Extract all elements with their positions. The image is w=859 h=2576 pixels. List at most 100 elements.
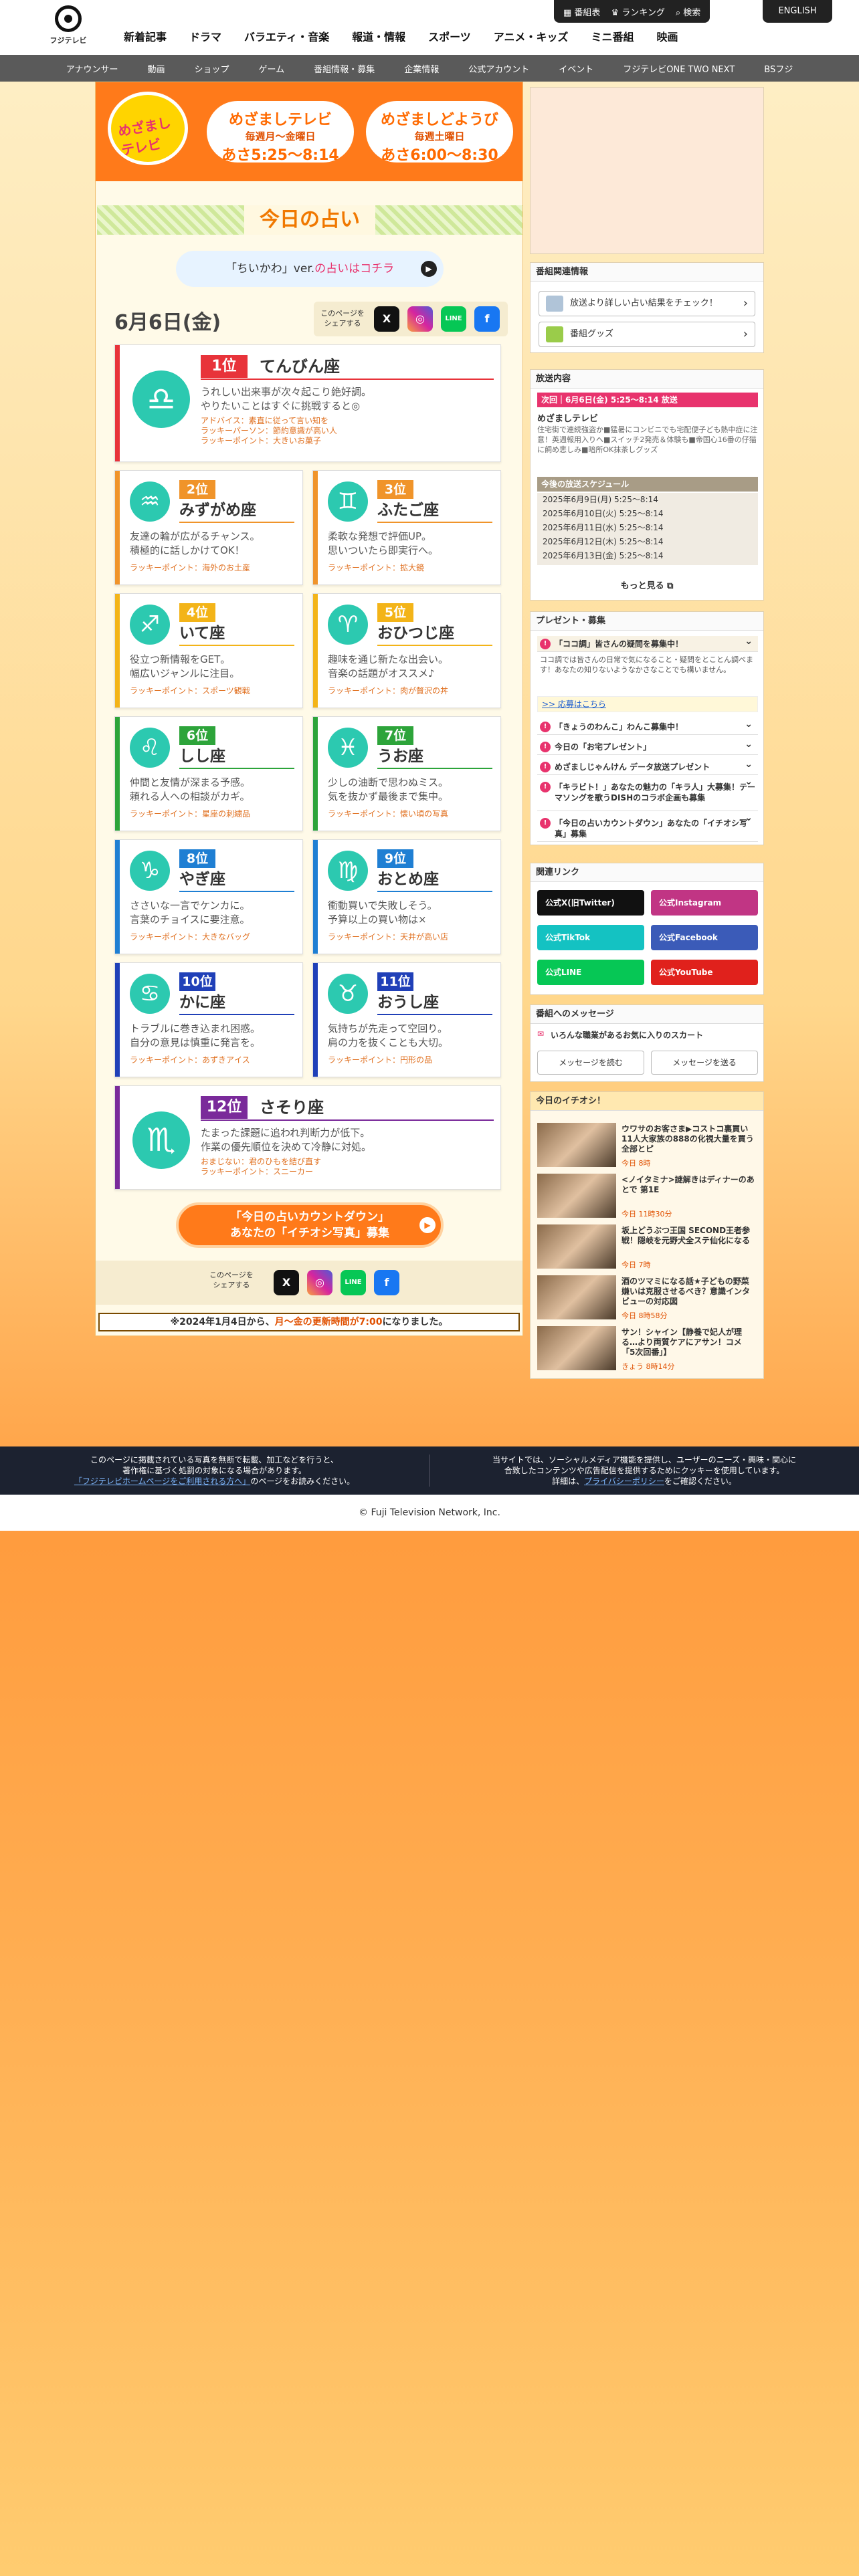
pickup-item[interactable]: <ノイタミナ>謎解きはディナーのあとで 第1E 今日 11時30分	[537, 1174, 758, 1220]
schedule-link[interactable]: ▦ 番組表	[563, 5, 600, 18]
pickup-item[interactable]: 坂上どうぶつ王国 SECOND王者参戦！隠岐を元野犬全ステ仙化になる 今日 7時	[537, 1224, 758, 1271]
nav-anime[interactable]: アニメ・キッズ	[482, 28, 580, 44]
subnav-item[interactable]: イベント	[544, 62, 608, 75]
nav-mini[interactable]: ミニ番組	[579, 28, 645, 44]
pickup-item[interactable]: 酒のツマミになる話★子どもの野菜嫌いは克服させるべき？意識インタビューの対応図今…	[537, 1275, 758, 1322]
nav-movie[interactable]: 映画	[645, 28, 689, 44]
x-official-link[interactable]: 公式X(旧Twitter)	[537, 890, 644, 916]
links-title: 関連リンク	[531, 863, 763, 882]
subnav-item[interactable]: フジテレビONE TWO NEXT	[608, 62, 749, 75]
goods-link[interactable]: 番組グッズ	[539, 322, 755, 347]
schedule-title: 今後の放送スケジュール	[537, 477, 758, 492]
share-box-bottom: このページを シェアする X ◎ LINE f	[96, 1261, 522, 1305]
zodiac-icon: ♏	[132, 1111, 190, 1169]
sign-name: かに座	[179, 994, 225, 1011]
mezamashi-logo: めざましテレビ	[108, 92, 188, 165]
schedule-item: 2025年6月11日(水) 5:25～8:14	[543, 523, 664, 532]
accordion-item[interactable]: 今日の「お宅プレゼント」	[537, 736, 758, 755]
subnav-item[interactable]: ショップ	[180, 62, 244, 75]
subnav-item[interactable]: BSフジ	[749, 62, 807, 75]
nav-drama[interactable]: ドラマ	[178, 28, 233, 44]
rank-color-bar	[115, 963, 120, 1077]
divider-line	[179, 891, 294, 892]
privacy-link[interactable]: プライバシーポリシー	[584, 1477, 664, 1486]
accordion-item[interactable]: 「きょうのわんこ」わんこ募集中！	[537, 716, 758, 735]
message-item[interactable]: ✉ いろんな職業があるお気に入りのスカート	[537, 1029, 758, 1041]
eye-logo-icon	[55, 5, 82, 32]
fortune-card-rank-7: ♓ 7位 うお座 少しの油断で思わぬミス。 気を抜かず最後まで集中。 ラッキーポイント：懐…	[312, 716, 501, 831]
rank-badge: 12位	[201, 1096, 248, 1119]
terms-link[interactable]: 「フジテレビホームページをご利用される方へ」	[74, 1477, 250, 1486]
sign-name: ふたご座	[377, 502, 439, 519]
zodiac-icon: ♉	[328, 974, 368, 1014]
youtube-official-link[interactable]: 公式YouTube	[651, 960, 758, 985]
search-link[interactable]: ⌕ 検索	[676, 5, 700, 18]
ranking-link[interactable]: ♛ ランキング	[611, 5, 664, 18]
pickup-item[interactable]: サン！シャイン【静養で妃人が理る…より両質ケアにアサン！コメ「5次回番」】 きょう…	[537, 1326, 758, 1373]
present-panel: プレゼント・募集 「ココ調」皆さんの疑問を募集中！ ココ調では皆さんの日常で気に…	[530, 611, 764, 845]
instagram-share-icon[interactable]: ◎	[407, 306, 433, 332]
more-link[interactable]: もっと見る ⧉	[531, 578, 763, 591]
chiikawa-banner[interactable]: 「ちいかわ」ver.の占いはコチラ ▶	[176, 251, 444, 287]
subnav-item[interactable]: アナウンサー	[52, 62, 133, 75]
lucky-point: ラッキーポイント：天井が高い店	[328, 932, 449, 942]
subnav-item[interactable]: 番組情報・募集	[299, 62, 389, 75]
detail-result-link[interactable]: 放送より詳しい占い結果をチェック！	[539, 291, 755, 316]
facebook-share-icon[interactable]: f	[474, 306, 500, 332]
line-official-link[interactable]: 公式LINE	[537, 960, 644, 985]
accordion-item[interactable]: 「今日の占いカウントダウン」あなたの「イチオシ写真」募集	[537, 813, 758, 842]
send-message-button[interactable]: メッセージを送る	[651, 1051, 758, 1075]
sign-name: やぎ座	[179, 871, 225, 888]
rank-badge: 9位	[377, 849, 413, 868]
subnav-item[interactable]: 公式アカウント	[454, 62, 544, 75]
divider-line	[377, 891, 492, 892]
accordion-item[interactable]: 「キラビト！」あなたの魅力の「キラ人」大募集！テーマソングを歌うDISHのコラボ…	[537, 776, 758, 811]
facebook-share-icon[interactable]: f	[374, 1270, 399, 1295]
divider-line	[179, 522, 294, 523]
accordion-open-item[interactable]: 「ココ調」皆さんの疑問を募集中！	[537, 633, 758, 652]
fortune-card-rank-11: ♉ 11位 おうし座 気持ちが先走って空回り。 肩の力を抜くことも大切。 ラッキーポイント…	[312, 962, 501, 1077]
fortune-card-rank-1: ♎ 1位 てんびん座 うれしい出来事が次々起こり絶好調。 やりたいことはすぐに挑戦すると…	[114, 344, 501, 462]
pickup-item[interactable]: ウワサのお客さま▶コストコ裏買い11人大家族の888の化視大量を買う全部とピ 今日…	[537, 1123, 758, 1170]
facebook-official-link[interactable]: 公式Facebook	[651, 925, 758, 950]
accordion-item[interactable]: めざましじゃんけん データ放送プレゼント	[537, 756, 758, 775]
zodiac-icon: ♓	[328, 728, 368, 768]
subnav-item[interactable]: 企業情報	[389, 62, 454, 75]
fujitv-logo[interactable]: フジテレビ	[48, 5, 88, 47]
program-banner[interactable]: めざましテレビ めざましテレビ 毎週月～金曜日 あさ5:25～8:14 めざましどよ…	[96, 82, 522, 181]
divider-line	[179, 645, 294, 646]
subnav-item[interactable]: 動画	[133, 62, 180, 75]
line-share-icon[interactable]: LINE	[341, 1270, 366, 1295]
fortune-text: 趣味を通じ新たな出会い。 音楽の話題がオススメ♪	[328, 653, 449, 679]
fortune-text: 衝動買いで失敗しそう。 予算以上の買い物は×	[328, 899, 438, 926]
zodiac-icon: ♑	[130, 851, 170, 891]
instagram-share-icon[interactable]: ◎	[307, 1270, 332, 1295]
divider-line	[377, 768, 492, 769]
x-share-icon[interactable]: X	[274, 1270, 299, 1295]
countdown-banner[interactable]: 「今日の占いカウントダウン」 あなたの「イチオシ写真」募集 ▶	[176, 1202, 444, 1248]
line-share-icon[interactable]: LINE	[441, 306, 466, 332]
nav-info[interactable]: 報道・情報	[341, 28, 417, 44]
tiktok-official-link[interactable]: 公式TikTok	[537, 925, 644, 950]
x-share-icon[interactable]: X	[374, 306, 399, 332]
fortune-text: 柔軟な発想で評価UP。 思いついたら即実行へ。	[328, 530, 439, 556]
instagram-official-link[interactable]: 公式Instagram	[651, 890, 758, 916]
fortune-card-rank-3: ♊ 3位 ふたご座 柔軟な発想で評価UP。 思いついたら即実行へ。 ラッキーポイント：拡大…	[312, 470, 501, 585]
lucky-point: おまじない：君のひもを結び直す ラッキーポイント：スニーカー	[201, 1157, 322, 1176]
rank-badge: 1位	[201, 355, 248, 378]
rank-color-bar	[313, 717, 318, 831]
apply-link[interactable]: >> 応募はこちら	[537, 696, 758, 712]
zodiac-icon: ♒	[130, 481, 170, 522]
lucky-point: ラッキーポイント：肉が贅沢の丼	[328, 686, 449, 695]
nav-news[interactable]: 新着記事	[112, 28, 178, 44]
sign-name: しし座	[179, 748, 225, 765]
read-message-button[interactable]: メッセージを読む	[537, 1051, 644, 1075]
open-item-desc: ココ調では皆さんの日常で気になること・疑問をとことん調べます！あなたの知りないよ…	[540, 655, 753, 674]
fortune-text: トラブルに巻き込まれ困惑。 自分の意見は慎重に発言を。	[130, 1023, 261, 1049]
weekday-schedule: めざましテレビ 毎週月～金曜日 あさ5:25～8:14	[207, 101, 354, 164]
nav-sports[interactable]: スポーツ	[417, 28, 482, 44]
saturday-schedule: めざましどようび 毎週土曜日 あさ6:00～8:30	[366, 101, 513, 164]
english-button[interactable]: ENGLISH	[763, 0, 832, 23]
nav-variety[interactable]: バラエティ・音楽	[233, 28, 341, 44]
subnav-item[interactable]: ゲーム	[244, 62, 300, 75]
